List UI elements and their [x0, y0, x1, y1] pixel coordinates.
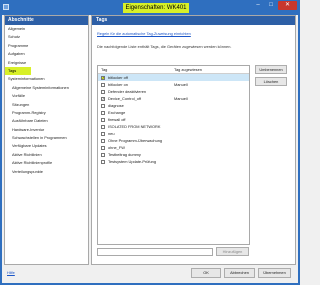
sidebar-item-allgemein[interactable]: Allgemein [5, 25, 88, 33]
ok-button[interactable]: OK [191, 268, 221, 278]
tag-checkbox[interactable]: ✓ [101, 96, 105, 101]
tag-row[interactable]: diagnose [98, 102, 249, 109]
app-icon [3, 4, 9, 10]
tag-row[interactable]: Testsystem Update-Prüfung [98, 158, 249, 165]
add-button[interactable]: Hinzufügen [216, 247, 249, 256]
tag-checkbox[interactable] [101, 89, 105, 94]
sidebar-item-schutz[interactable]: Schutz [5, 33, 88, 41]
sidebar-item-allgemeine-systeminformationen[interactable]: Allgemeine Systeminformationen [5, 84, 88, 92]
sidebar-item-verfuegbare-updates[interactable]: Verfügbare Updates [5, 142, 88, 150]
close-button[interactable]: ✕ [278, 1, 297, 10]
tag-checkbox[interactable] [101, 159, 105, 164]
tag-assigned-value: Manuell [174, 96, 188, 101]
tag-row[interactable]: Defender deaktivieren [98, 88, 249, 95]
tag-checkbox[interactable] [101, 131, 105, 136]
tags-list-header: Tag Tag zugewiesen [98, 66, 249, 74]
tag-name: Exchange [108, 110, 126, 115]
panel-header: Tags [92, 16, 295, 25]
sidebar-header: Abschnitte [5, 16, 88, 25]
tag-row[interactable]: Ohne Programm-Überwachung [98, 137, 249, 144]
tag-name: bitlocker off [108, 75, 128, 80]
tag-name: Ohne Programm-Überwachung [108, 138, 163, 143]
tag-name: Defender deaktivieren [108, 89, 147, 94]
window-title: Eigenschaften: WK401 [123, 3, 189, 13]
sidebar-item-systeminformationen[interactable]: Systeminformationen [5, 75, 88, 83]
tag-row[interactable]: Exchange [98, 109, 249, 116]
maximize-button[interactable]: □ [265, 1, 277, 10]
properties-window: Eigenschaften: WK401 – □ ✕ Abschnitte Al… [0, 0, 300, 285]
tag-row[interactable]: ✓ Device_Control_off Manuell [98, 95, 249, 102]
sidebar-item-hardware-inventur[interactable]: Hardware-Inventur [5, 126, 88, 134]
section-sidebar: Abschnitte Allgemein Schutz Programme Au… [4, 15, 89, 265]
column-header-tag[interactable]: Tag [101, 66, 107, 73]
tags-panel: Tags Regeln für die automatische Tag-Zuw… [91, 15, 296, 265]
tag-name: Testbeitrag dummy [108, 152, 141, 157]
tag-name: bitlocker on [108, 82, 128, 87]
tag-name: firewall off [108, 117, 126, 122]
sidebar-item-programme[interactable]: Programme [5, 42, 88, 50]
tag-checkbox[interactable] [101, 110, 105, 115]
tag-row[interactable]: firewall off [98, 116, 249, 123]
column-header-assigned[interactable]: Tag zugewiesen [174, 66, 202, 73]
sidebar-item-schwachstellen[interactable]: Schwachstellen in Programmen [5, 134, 88, 142]
apply-button[interactable]: Übernehmen [258, 268, 291, 278]
sidebar-item-verteilungspunkte[interactable]: Verteilungspunkte [5, 168, 88, 176]
tag-checkbox[interactable] [101, 124, 105, 129]
sidebar-item-aufgaben[interactable]: Aufgaben [5, 50, 88, 58]
tag-checkbox[interactable] [101, 138, 105, 143]
sidebar-item-ereignisse[interactable]: Ereignisse [5, 59, 88, 67]
tag-checkbox[interactable]: ✓ [101, 75, 105, 80]
tag-row[interactable]: ✓ bitlocker off [98, 74, 249, 81]
tag-row[interactable]: bitlocker on Manuell [98, 81, 249, 88]
help-link[interactable]: Hilfe [7, 270, 15, 275]
tag-name: neu [108, 131, 115, 136]
tag-row[interactable]: Testbeitrag dummy [98, 151, 249, 158]
tag-row[interactable]: neu [98, 130, 249, 137]
tags-list[interactable]: Tag Tag zugewiesen ✓ bitlocker off bitlock… [97, 65, 250, 245]
minimize-button[interactable]: – [252, 1, 264, 10]
cancel-button[interactable]: Abbrechen [224, 268, 255, 278]
tag-name: diagnose [108, 103, 124, 108]
sidebar-item-tags[interactable]: Tags [5, 66, 31, 76]
delete-button[interactable]: Löschen [255, 77, 287, 86]
sidebar-item-vorfaelle[interactable]: Vorfälle [5, 92, 88, 100]
tags-description: Die nachfolgende Liste enthält Tags, die… [97, 44, 232, 49]
sidebar-item-aktive-richtlinien[interactable]: Aktive Richtlinien [5, 151, 88, 159]
tag-checkbox[interactable] [101, 152, 105, 157]
tag-checkbox[interactable] [101, 117, 105, 122]
tag-name: Device_Control_off [108, 96, 142, 101]
sidebar-item-ausfuehrbare-dateien[interactable]: Ausführbare Dateien [5, 117, 88, 125]
tag-rules-link[interactable]: Regeln für die automatische Tag-Zuweisun… [97, 31, 191, 36]
sidebar-item-aktive-richtlinienprofile[interactable]: Aktive Richtlinienprofile [5, 159, 88, 167]
title-bar[interactable]: Eigenschaften: WK401 – □ ✕ [0, 0, 300, 15]
tag-row[interactable]: ISOLATED FROM NETWORK [98, 123, 249, 130]
sidebar-item-sitzungen[interactable]: Sitzungen [5, 101, 88, 109]
tag-checkbox[interactable] [101, 82, 105, 87]
new-tag-input[interactable] [97, 248, 213, 256]
tag-name: ohne_FW [108, 145, 125, 150]
dialog-body: Abschnitte Allgemein Schutz Programme Au… [2, 15, 298, 283]
tag-assigned-value: Manuell [174, 82, 188, 87]
tag-name: Testsystem Update-Prüfung [108, 159, 157, 164]
tag-checkbox[interactable] [101, 145, 105, 150]
rename-button[interactable]: Umbenennen [255, 65, 287, 74]
tag-name: ISOLATED FROM NETWORK [108, 124, 161, 129]
tag-row[interactable]: ohne_FW [98, 144, 249, 151]
tag-checkbox[interactable] [101, 103, 105, 108]
sidebar-item-programm-registry[interactable]: Programm-Registry [5, 109, 88, 117]
